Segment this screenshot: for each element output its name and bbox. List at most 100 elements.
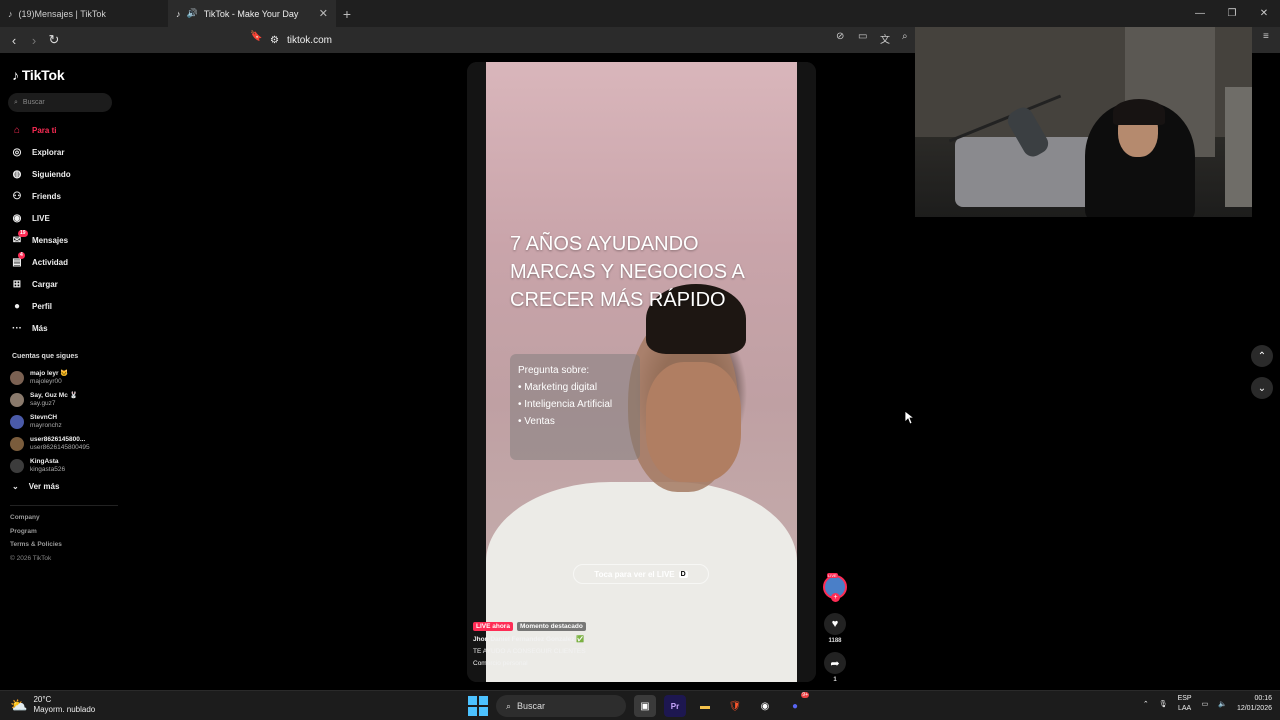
- taskbar: ⛅ 20°C Mayorm. nublado ⌕ Buscar ▣ Pr ▬ 🛡…: [0, 690, 1280, 720]
- previous-video-button[interactable]: ⌃: [1251, 345, 1273, 367]
- windows-start-icon[interactable]: [468, 696, 488, 716]
- footer-program[interactable]: Program: [10, 528, 62, 542]
- divider: [10, 505, 118, 506]
- network-icon[interactable]: ▭: [1202, 700, 1209, 708]
- menu-icon[interactable]: ≡: [1263, 31, 1269, 42]
- translate-icon[interactable]: 文: [880, 31, 890, 46]
- follow-plus-icon[interactable]: +: [831, 593, 840, 602]
- discord-icon[interactable]: ● 9+: [784, 692, 809, 717]
- nav-item-live[interactable]: ◉ LIVE: [10, 207, 71, 229]
- speaker-icon[interactable]: 🔊: [187, 8, 198, 19]
- next-video-button[interactable]: ⌄: [1251, 377, 1273, 399]
- back-button[interactable]: ‹: [4, 33, 24, 48]
- account-name: Say, Guz Mc 🐰: [30, 392, 78, 399]
- highlight-tag: Momento destacado: [516, 622, 586, 631]
- see-more-button[interactable]: ⌄ Ver más: [12, 482, 59, 491]
- following-account[interactable]: Say, Guz Mc 🐰 say.guz7: [10, 389, 90, 411]
- question-item: • Ventas: [518, 416, 555, 427]
- account-handle: user8626145800495: [30, 444, 90, 451]
- search-icon: ⌕: [14, 98, 18, 106]
- language-indicator[interactable]: ESP LAA: [1178, 694, 1192, 714]
- task-view-icon[interactable]: ▣: [634, 695, 656, 717]
- tiktok-favicon-icon: ♪: [8, 8, 13, 19]
- avatar: [10, 437, 24, 451]
- following-account[interactable]: majo leyr 🐱 majoleyr00: [10, 367, 90, 389]
- maximize-button[interactable]: ❐: [1216, 0, 1248, 27]
- search-input[interactable]: ⌕ Buscar: [8, 93, 112, 112]
- video-caption: LIVE ahora Momento destacado Jhon Daniel…: [473, 622, 586, 670]
- brave-browser-icon[interactable]: 🛡: [724, 695, 746, 717]
- nav-label: LIVE: [32, 213, 50, 223]
- file-explorer-icon[interactable]: ▬: [694, 695, 716, 717]
- new-tab-button[interactable]: +: [336, 6, 358, 22]
- main-nav: ⌂ Para ti ◎ Explorar ◍ Siguiendo ⚇ Friends ◉ LIVE…: [10, 119, 71, 339]
- webcam-shelf: [1225, 87, 1252, 207]
- close-window-button[interactable]: ✕: [1248, 0, 1280, 27]
- tab-messages[interactable]: ♪ (19)Mensajes | TikTok: [0, 0, 168, 27]
- nav-label: Mensajes: [32, 235, 69, 245]
- more-icon: ···: [12, 322, 22, 334]
- watch-live-button[interactable]: Toca para ver el LIVE D: [573, 564, 709, 584]
- home-icon: ⌂: [13, 124, 21, 136]
- clock[interactable]: 00:16 12/01/2026: [1237, 694, 1272, 714]
- search-icon: ⌕: [506, 700, 512, 711]
- friends-icon: ⚇: [12, 190, 22, 202]
- url-bar[interactable]: ⚙ tiktok.com: [270, 31, 910, 49]
- following-icon: ◍: [12, 168, 22, 180]
- creator-avatar[interactable]: LIVE +: [823, 573, 847, 602]
- nav-item-explorar[interactable]: ◎ Explorar: [10, 141, 71, 163]
- taskbar-search-label: Buscar: [517, 701, 546, 711]
- premiere-icon[interactable]: Pr: [664, 695, 686, 717]
- minimize-button[interactable]: —: [1184, 0, 1216, 27]
- avatar-live-badge: LIVE: [827, 573, 838, 578]
- zoom-icon[interactable]: ⌕: [902, 31, 908, 42]
- following-account[interactable]: StevnCH mayronchz: [10, 411, 90, 433]
- tab-tiktok-home[interactable]: ♪ 🔊 TikTok - Make Your Day ✕: [168, 0, 336, 27]
- nav-item-mensajes[interactable]: ✉ 19 Mensajes: [10, 229, 71, 251]
- nav-item-friends[interactable]: ⚇ Friends: [10, 185, 71, 207]
- taskbar-search[interactable]: ⌕ Buscar: [496, 695, 626, 717]
- tab-title: TikTok - Make Your Day: [203, 8, 299, 19]
- microphone-icon[interactable]: 🎙: [1159, 700, 1168, 708]
- site-info-icon[interactable]: ⚙: [270, 35, 279, 46]
- obs-icon[interactable]: ◉: [754, 695, 776, 717]
- close-tab-icon[interactable]: ✕: [319, 7, 328, 20]
- nav-item-cargar[interactable]: ⊞ Cargar: [10, 273, 71, 295]
- no-video-icon[interactable]: ⊘: [836, 31, 844, 42]
- heart-icon: ♥: [831, 618, 839, 630]
- footer-links: Company Program Terms & Policies © 2026 …: [10, 514, 62, 568]
- following-account[interactable]: KingAsta kingasta526: [10, 455, 90, 477]
- account-name: StevnCH: [30, 414, 58, 421]
- nav-label: Explorar: [32, 147, 65, 157]
- avatar: [10, 415, 24, 429]
- weather-widget[interactable]: ⛅ 20°C Mayorm. nublado: [10, 695, 95, 715]
- footer-company[interactable]: Company: [10, 514, 62, 528]
- reload-button[interactable]: ↻: [44, 32, 64, 48]
- bookmark-icon[interactable]: 🔖: [250, 31, 262, 42]
- creator-name[interactable]: Jhon Daniel Fernandez Gonzalez ✅: [473, 634, 586, 646]
- nav-item-para-ti[interactable]: ⌂ Para ti: [10, 119, 71, 141]
- forward-button[interactable]: ›: [24, 33, 44, 48]
- video-player[interactable]: 7 AÑOS AYUDANDO MARCAS Y NEGOCIOS A CREC…: [467, 62, 816, 682]
- chevron-up-icon[interactable]: ⌃: [1143, 700, 1149, 708]
- share-button[interactable]: ➦: [824, 652, 846, 674]
- copyright: © 2026 TikTok: [10, 554, 52, 562]
- live-now-tag[interactable]: LIVE ahora: [473, 622, 513, 631]
- nav-item-perfil[interactable]: ● Perfil: [10, 295, 71, 317]
- question-box: Pregunta sobre: • Marketing digital • In…: [510, 354, 640, 460]
- nav-label: Más: [32, 323, 48, 333]
- nav-item-siguiendo[interactable]: ◍ Siguiendo: [10, 163, 71, 185]
- account-handle: say.guz7: [30, 400, 56, 407]
- cast-icon[interactable]: ▭: [858, 31, 867, 42]
- nav-item-actividad[interactable]: ▤ 4 Actividad: [10, 251, 71, 273]
- tiktok-logo[interactable]: ♪ TikTok: [12, 67, 65, 83]
- notification-badge: 4: [18, 252, 25, 259]
- chevron-down-icon: ⌄: [1257, 382, 1267, 394]
- volume-icon[interactable]: 🔈: [1218, 700, 1227, 708]
- like-button[interactable]: ♥: [824, 613, 846, 635]
- following-account[interactable]: user8626145800... user8626145800495: [10, 433, 90, 455]
- footer-terms[interactable]: Terms & Policies: [10, 541, 62, 555]
- nav-item-más[interactable]: ··· Más: [10, 317, 71, 339]
- webcam-hair: [1113, 99, 1165, 125]
- nav-label: Friends: [32, 191, 61, 201]
